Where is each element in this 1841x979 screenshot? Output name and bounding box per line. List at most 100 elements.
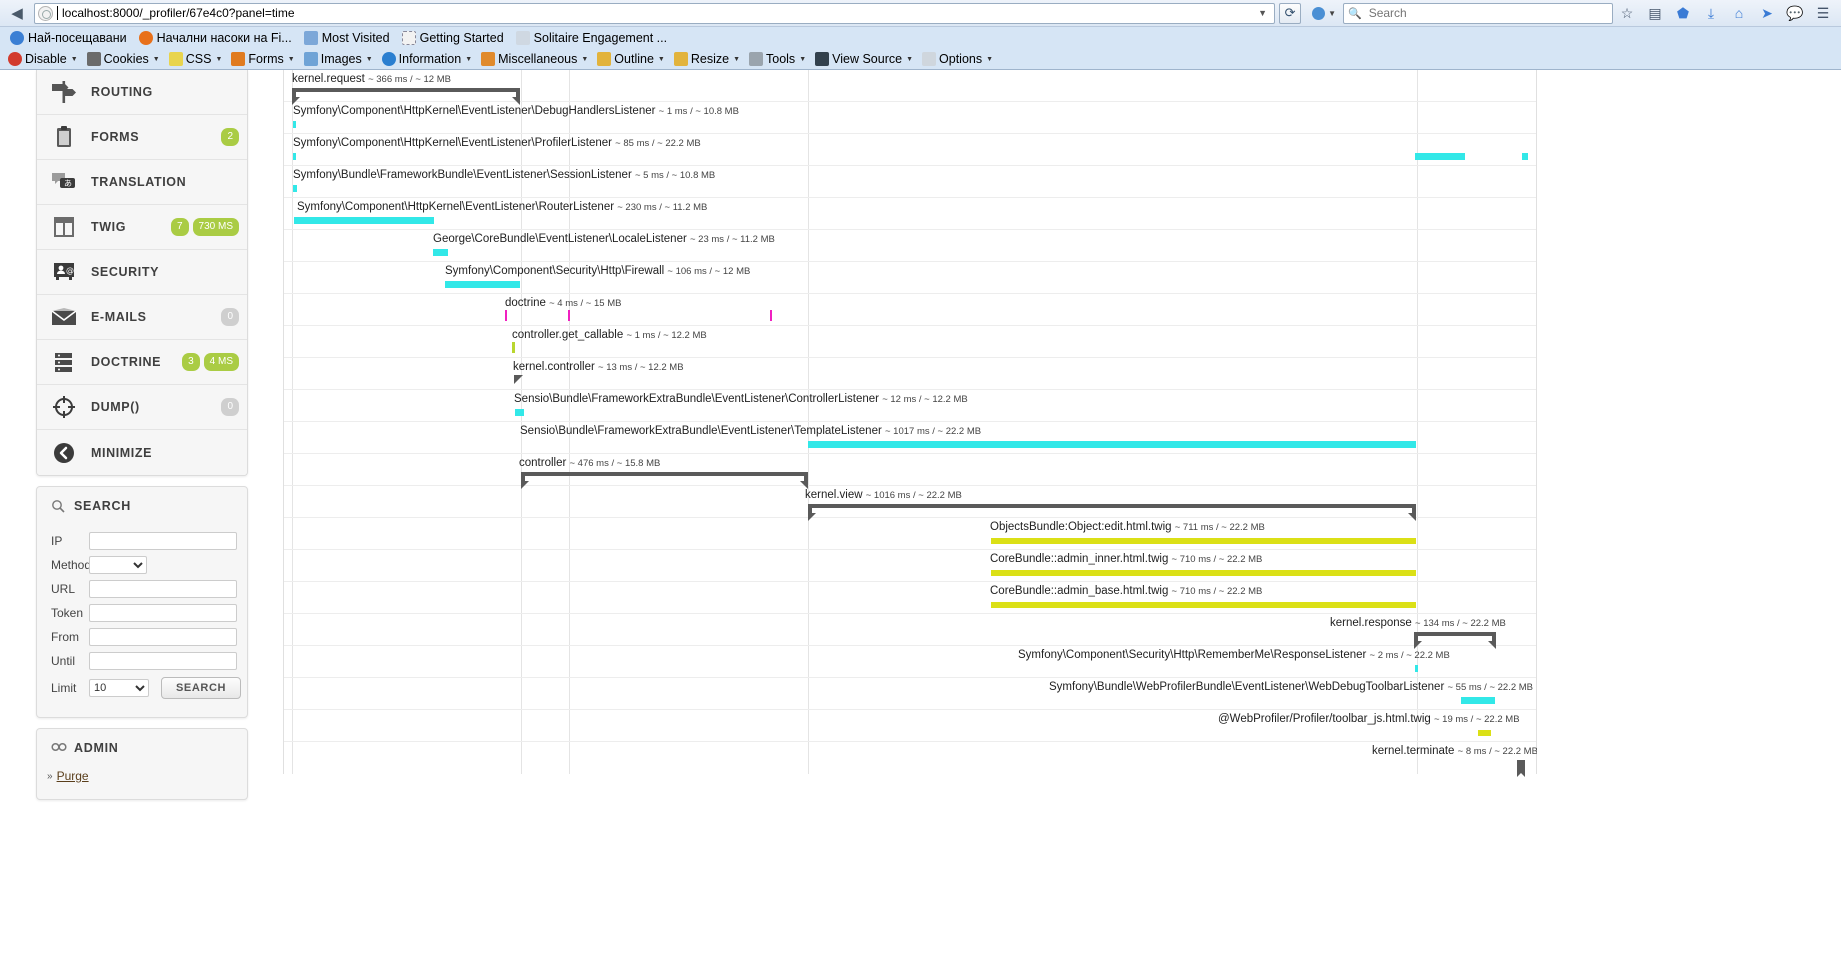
timeline-row[interactable]: CoreBundle::admin_base.html.twig ~ 710 m… [284,582,1536,614]
timeline-bar-event[interactable] [808,441,1416,448]
timeline-bar-event[interactable] [293,121,296,128]
bookmark-item[interactable]: Най-посещавани [6,30,131,46]
timeline-row[interactable]: George\CoreBundle\EventListener\LocaleLi… [284,230,1536,262]
timeline-bar-pointer[interactable] [514,375,523,384]
bookmark-item[interactable]: Начални насоки на Fi... [135,30,296,46]
timeline-bar-event[interactable] [1522,153,1528,160]
devtool-tools[interactable]: Tools ▼ [745,51,810,67]
timeline-bar-template[interactable] [1478,730,1491,736]
timeline-bar-dbtick[interactable] [770,310,772,321]
timeline-row[interactable]: kernel.response ~ 134 ms / ~ 22.2 MB [284,614,1536,649]
bookmark-item[interactable]: Most Visited [300,30,394,46]
profiler-sidebar: ROUTING FORMS 2 あ TRANSLATION TWIG 7 730… [36,70,248,800]
bookmark-item[interactable]: Getting Started [398,30,508,46]
token-input[interactable] [89,604,237,622]
timeline-bar-event[interactable] [1415,665,1418,672]
timeline-bar-event[interactable] [293,185,297,192]
sidebar-item-doctrine[interactable]: DOCTRINE 3 4 MS [37,340,247,385]
devtool-view-source[interactable]: View Source ▼ [811,51,917,67]
timeline-row[interactable]: Sensio\Bundle\FrameworkExtraBundle\Event… [284,390,1536,422]
devtool-disable[interactable]: Disable ▼ [4,51,82,67]
timeline-row[interactable]: kernel.terminate ~ 8 ms / ~ 22.2 MB [284,742,1538,777]
timeline-row[interactable]: kernel.view ~ 1016 ms / ~ 22.2 MB [284,486,1536,521]
layout-icon [47,212,81,242]
menu-icon[interactable]: ☰ [1809,1,1837,25]
timeline-bar-event[interactable] [445,281,520,288]
timeline-row[interactable]: Symfony\Component\HttpKernel\EventListen… [284,198,1536,230]
devtool-options[interactable]: Options ▼ [918,51,997,67]
timeline-bar-section[interactable] [292,88,520,105]
timeline-row[interactable]: @WebProfiler/Profiler/toolbar_js.html.tw… [284,710,1536,742]
limit-select[interactable]: 10 [89,679,149,697]
timeline-bar-section[interactable] [521,472,808,489]
devtool-miscellaneous[interactable]: Miscellaneous ▼ [477,51,592,67]
timeline-bar-dbtick[interactable] [505,310,507,321]
timeline-bar-event[interactable] [433,249,448,256]
chat-icon[interactable]: 💬 [1781,1,1809,25]
timeline-bar-section[interactable] [808,504,1416,521]
purge-link[interactable]: Purge [57,769,89,783]
timeline-row[interactable]: Symfony\Component\Security\Http\Remember… [284,646,1536,678]
ip-input[interactable] [89,532,237,550]
timeline-bar-event[interactable] [1461,697,1495,704]
timeline-row[interactable]: Symfony\Bundle\FrameworkBundle\EventList… [284,166,1536,198]
devtool-css[interactable]: CSS ▼ [165,51,227,67]
sidebar-item-dump[interactable]: DUMP() 0 [37,385,247,430]
sidebar-item-emails[interactable]: E-MAILS 0 [37,295,247,340]
timeline-row[interactable]: Symfony\Component\HttpKernel\EventListen… [284,102,1536,134]
sidebar-item-routing[interactable]: ROUTING [37,70,247,115]
timeline-row[interactable]: Sensio\Bundle\FrameworkExtraBundle\Event… [284,422,1536,454]
timeline-bar-event[interactable] [293,153,296,160]
timeline-bar-section[interactable] [1517,760,1525,777]
back-button[interactable]: ◀ [4,1,30,25]
timeline-bar-template[interactable] [991,602,1416,608]
search-input[interactable] [1366,5,1608,21]
devtool-resize[interactable]: Resize ▼ [670,51,744,67]
reload-button[interactable]: ⟳ [1279,2,1302,24]
timeline-row[interactable]: Symfony\Component\HttpKernel\EventListen… [284,134,1536,166]
timeline-bar-event[interactable] [515,409,524,416]
timeline-row[interactable]: kernel.request ~ 366 ms / ~ 12 MB [284,70,1536,105]
search-submit-button[interactable]: SEARCH [161,677,242,699]
timeline-row[interactable]: controller.get_callable ~ 1 ms / ~ 12.2 … [284,326,1536,358]
devtool-cookies[interactable]: Cookies ▼ [83,51,164,67]
url-input[interactable] [89,580,237,598]
browser-search-box[interactable]: 🔍 [1343,2,1613,24]
timeline-row[interactable]: Symfony\Component\Security\Http\Firewall… [284,262,1536,294]
devtool-images[interactable]: Images ▼ [300,51,377,67]
from-input[interactable] [89,628,237,646]
method-select[interactable] [89,556,147,574]
timeline-bar-dbtick[interactable] [568,310,570,321]
bookmark-item[interactable]: Solitaire Engagement ... [512,30,671,46]
timeline-row[interactable]: doctrine ~ 4 ms / ~ 15 MB [284,294,1536,326]
timeline-bar-section[interactable] [1414,632,1496,649]
timeline-row[interactable]: controller ~ 476 ms / ~ 15.8 MB [284,454,1536,489]
address-bar[interactable]: localhost:8000/_profiler/67e4c0?panel=ti… [34,2,1276,24]
sidebar-item-security[interactable]: @ SECURITY [37,250,247,295]
timeline-bar-event[interactable] [1415,153,1465,160]
devtool-information[interactable]: Information ▼ [378,51,476,67]
timeline-bar-template[interactable] [991,570,1416,576]
sidebar-item-translation[interactable]: あ TRANSLATION [37,160,247,205]
timeline-row[interactable]: Symfony\Bundle\WebProfilerBundle\EventLi… [284,678,1536,710]
timeline-bar-event[interactable] [294,217,434,224]
sidebar-item-forms[interactable]: FORMS 2 [37,115,247,160]
timeline-row[interactable]: kernel.controller ~ 13 ms / ~ 12.2 MB [284,358,1536,390]
identity-dropdown-button[interactable]: ▼ [1309,6,1339,20]
timeline-bar-template[interactable] [991,538,1416,544]
star-icon[interactable]: ☆ [1613,1,1641,25]
home-icon[interactable]: ⌂ [1725,1,1753,25]
devtool-forms[interactable]: Forms ▼ [227,51,298,67]
timeline-row[interactable]: ObjectsBundle:Object:edit.html.twig ~ 71… [284,518,1536,550]
pocket-icon[interactable]: ⬟ [1669,1,1697,25]
reader-icon[interactable]: ▤ [1641,1,1669,25]
sidebar-item-twig[interactable]: TWIG 7 730 MS [37,205,247,250]
timeline-row[interactable]: CoreBundle::admin_inner.html.twig ~ 710 … [284,550,1536,582]
send-icon[interactable]: ➤ [1753,1,1781,25]
sidebar-item-minimize[interactable]: MINIMIZE [37,430,247,475]
timeline-bar-phpmark[interactable] [512,342,515,353]
download-icon[interactable]: ⤓ [1697,1,1725,25]
chevron-down-icon[interactable]: ▼ [1254,8,1271,18]
devtool-outline[interactable]: Outline ▼ [593,51,669,67]
until-input[interactable] [89,652,237,670]
